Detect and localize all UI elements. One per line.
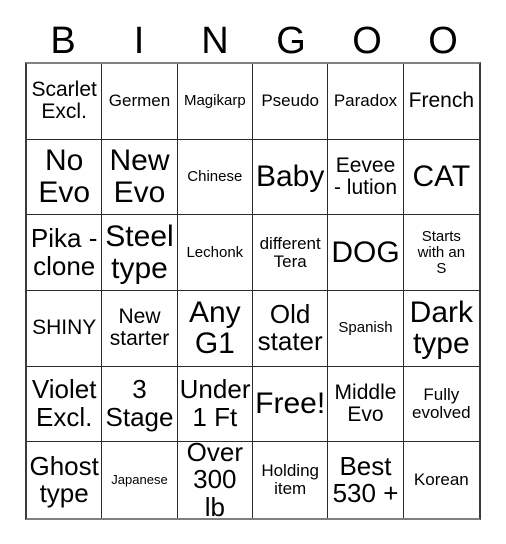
bingo-cell-r1c6[interactable]: French — [403, 64, 479, 140]
bingo-cell-label: Violet Excl. — [31, 374, 97, 432]
bingo-cell-label: DOG — [331, 235, 400, 269]
bingo-cell-r2c5[interactable]: Eevee - lution — [328, 139, 404, 216]
bingo-cell-label: Any G1 — [188, 295, 241, 361]
bingo-cell-label: Magikarp — [183, 92, 246, 110]
bingo-header-row: B I N G O O — [25, 8, 481, 62]
bingo-cell-r1c1[interactable]: Scarlet Excl. — [27, 64, 103, 140]
bingo-cell-label: Middle Evo — [334, 380, 397, 426]
header-letter-text: O — [428, 20, 458, 62]
header-letter-text: O — [352, 20, 382, 62]
bingo-cell-label: Lechonk — [186, 243, 244, 261]
bingo-cell-r6c6[interactable]: Korean — [403, 442, 479, 518]
bingo-cell-r1c4[interactable]: Pseudo — [253, 64, 329, 140]
bingo-cell-r1c3[interactable]: Magikarp — [177, 64, 253, 140]
bingo-cell-label: Dark type — [409, 295, 473, 361]
bingo-cell-r5c6[interactable]: Fully evolved — [403, 366, 479, 443]
bingo-cell-r4c3[interactable]: Any G1 — [177, 290, 253, 367]
bingo-cell-label: Starts with an S — [417, 227, 466, 277]
bingo-cell-label: Paradox — [333, 91, 398, 111]
bingo-cell-label: Holding item — [261, 461, 319, 499]
bingo-cell-label: Free! — [255, 387, 326, 421]
bingo-cell-label: Ghost type — [29, 450, 99, 509]
bingo-cell-label: Pika - clone — [30, 223, 98, 281]
bingo-cell-label: Old stater — [257, 298, 323, 357]
bingo-cell-label: Over 300 lb — [186, 442, 243, 518]
bingo-cell-r6c3[interactable]: Over 300 lb — [177, 442, 253, 518]
bingo-cell-r2c6[interactable]: CAT — [403, 139, 479, 216]
bingo-cell-r2c1[interactable]: No Evo — [27, 139, 103, 216]
header-letter-text: G — [276, 20, 306, 62]
bingo-cell-r6c4[interactable]: Holding item — [253, 442, 329, 518]
bingo-cell-r4c2[interactable]: New starter — [102, 290, 178, 367]
bingo-cell-label: CAT — [412, 160, 471, 194]
bingo-cell-r2c2[interactable]: New Evo — [102, 139, 178, 216]
bingo-cell-label: SHINY — [32, 316, 97, 340]
bingo-cell-r4c4[interactable]: Old stater — [253, 290, 329, 367]
bingo-cell-label: Steel type — [105, 219, 174, 285]
bingo-cell-r4c5[interactable]: Spanish — [328, 290, 404, 367]
bingo-grid: Scarlet Excl. Germen Magikarp Pseudo Paradox… — [25, 62, 481, 520]
bingo-cell-label: Germen — [108, 91, 171, 111]
bingo-cell-label: Spanish — [338, 319, 393, 337]
bingo-cell-label: Best 530 + — [332, 450, 399, 509]
bingo-cell-r4c6[interactable]: Dark type — [403, 290, 479, 367]
header-letter-text: B — [50, 20, 76, 62]
bingo-cell-r6c2[interactable]: Japanese — [102, 442, 178, 518]
bingo-cell-label: New starter — [109, 305, 170, 351]
bingo-cell-label: different Tera — [259, 233, 321, 271]
bingo-cell-label: New Evo — [109, 144, 170, 209]
bingo-cell-r1c5[interactable]: Paradox — [328, 64, 404, 140]
bingo-cell-r3c2[interactable]: Steel type — [102, 215, 178, 291]
bingo-header-letter-2: I — [101, 8, 177, 62]
bingo-cell-r6c1[interactable]: Ghost type — [27, 442, 103, 518]
bingo-cell-label: Chinese — [187, 168, 243, 186]
bingo-cell-label: Under 1 Ft — [179, 374, 251, 432]
bingo-cell-label: Baby — [255, 160, 325, 194]
bingo-header-letter-4: G — [253, 8, 329, 62]
header-letter-text: N — [201, 20, 229, 62]
bingo-cell-r3c4[interactable]: different Tera — [253, 215, 329, 291]
bingo-cell-r2c3[interactable]: Chinese — [177, 139, 253, 216]
bingo-header-letter-1: B — [25, 8, 101, 62]
bingo-cell-r5c2[interactable]: 3 Stage — [102, 366, 178, 443]
bingo-header-letter-6: O — [405, 8, 481, 62]
bingo-card: B I N G O O Scarlet Excl. Germen Magikarp P… — [0, 0, 506, 544]
bingo-cell-label: Korean — [413, 470, 469, 490]
bingo-cell-label: 3 Stage — [105, 374, 174, 432]
bingo-cell-r3c5[interactable]: DOG — [328, 215, 404, 291]
bingo-cell-r5c5[interactable]: Middle Evo — [328, 366, 404, 443]
bingo-cell-r3c3[interactable]: Lechonk — [177, 215, 253, 291]
bingo-cell-r4c1[interactable]: SHINY — [27, 290, 103, 367]
bingo-cell-label: No Evo — [38, 144, 91, 209]
bingo-cell-r2c4[interactable]: Baby — [253, 139, 329, 216]
bingo-cell-label: Fully evolved — [412, 384, 471, 422]
bingo-cell-label: French — [408, 89, 474, 113]
bingo-header-letter-3: N — [177, 8, 253, 62]
bingo-cell-label: Scarlet Excl. — [31, 78, 97, 124]
bingo-cell-r5c4[interactable]: Free! — [253, 366, 329, 443]
bingo-cell-r3c6[interactable]: Starts with an S — [403, 215, 479, 291]
bingo-cell-r5c1[interactable]: Violet Excl. — [27, 366, 103, 443]
bingo-header-letter-5: O — [329, 8, 405, 62]
bingo-cell-label: Japanese — [111, 472, 168, 488]
bingo-cell-r5c3[interactable]: Under 1 Ft — [177, 366, 253, 443]
bingo-cell-r6c5[interactable]: Best 530 + — [328, 442, 404, 518]
header-letter-text: I — [133, 20, 145, 62]
bingo-cell-label: Pseudo — [261, 91, 319, 111]
bingo-cell-r3c1[interactable]: Pika - clone — [27, 215, 103, 291]
bingo-cell-r1c2[interactable]: Germen — [102, 64, 178, 140]
bingo-cell-label: Eevee - lution — [333, 153, 397, 199]
